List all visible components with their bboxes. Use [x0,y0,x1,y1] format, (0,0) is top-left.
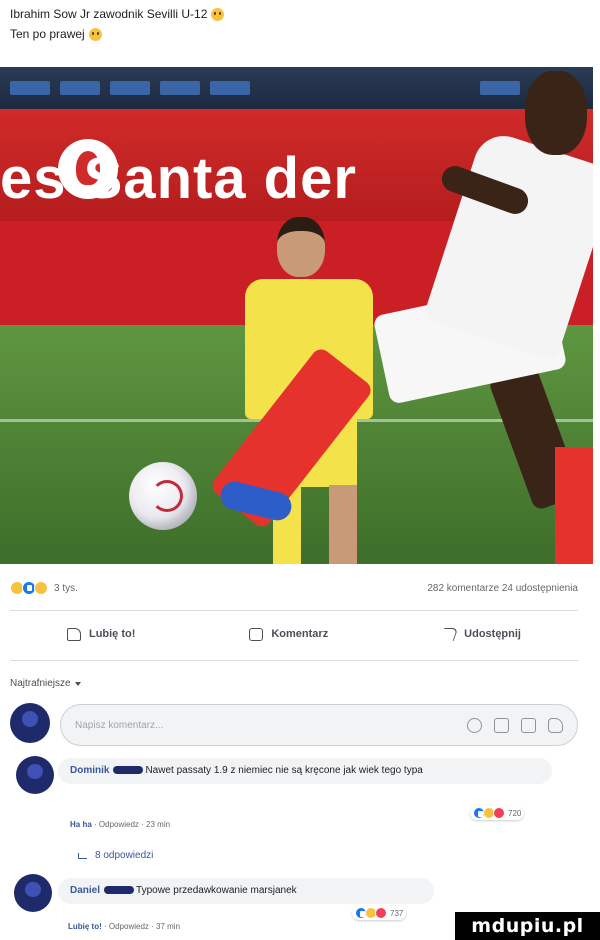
avatar[interactable] [14,874,52,912]
comment-reaction-count: 737 [390,908,404,918]
post-actions: Lubię to! Komentarz Udostępnij [10,620,578,648]
comment-like-link[interactable]: Lubię to! [68,922,102,931]
gif-icon[interactable] [521,717,536,733]
player-white-kit [208,67,593,564]
chevron-down-icon [74,681,81,686]
reply-link[interactable]: Odpowiedz · 23 min [99,820,170,829]
divider [10,660,578,661]
share-button[interactable]: Udostępnij [439,627,521,641]
post-text: Ibrahim Sow Jr zawodnik Sevilli U-12 Ten… [10,4,590,44]
camera-icon[interactable] [494,717,509,733]
reply-arrow-icon [78,852,87,859]
share-label: Udostępnij [464,628,521,640]
comments-shares-count[interactable]: 282 komentarze 24 udostępnienia [427,583,578,594]
comment-reaction-link[interactable]: Ha ha [70,820,92,829]
love-reaction-icon [375,907,387,919]
share-icon [439,627,459,641]
comment-reactions[interactable]: 720 [470,806,525,820]
emoji-icon [211,7,225,21]
post-line-2: Ten po prawej [10,24,590,44]
post-stats: 3 tys. 282 komentarze 24 udostępnienia [10,578,578,598]
comment-input-box[interactable] [60,704,578,746]
redacted-name [113,766,144,775]
comment-bubble: Daniel Typowe przedawkowanie marsjanek [58,878,434,904]
football [129,462,197,530]
divider [10,610,578,611]
avatar[interactable] [16,756,54,794]
input-icons [467,717,563,733]
view-replies-link[interactable]: 8 odpowiedzi [78,850,153,861]
post-photo[interactable]: es Santa der [0,67,593,564]
comment-text: Typowe przedawkowanie marsjanek [136,885,297,896]
comment-meta: Lubię to! · Odpowiedz · 37 min [68,922,181,931]
comment-input[interactable] [75,719,467,731]
comment-sort-dropdown[interactable]: Najtrafniejsze [10,678,81,689]
sort-label: Najtrafniejsze [10,678,71,689]
reply-link[interactable]: Odpowiedz · 37 min [109,922,180,931]
comment-text: Nawet passaty 1.9 z niemiec nie są kręco… [145,765,423,776]
love-reaction-icon [493,807,505,819]
comment-reaction-count: 720 [508,808,522,818]
comment-author[interactable]: Daniel [70,885,100,896]
like-button[interactable]: Lubię to! [66,627,136,641]
reaction-summary[interactable] [10,581,48,595]
comment-button[interactable]: Komentarz [249,627,329,641]
comment-label: Komentarz [271,628,329,640]
replies-label: 8 odpowiedzi [95,850,154,861]
comment-reactions[interactable]: 737 [352,906,407,920]
post-text-line2: Ten po prawej [10,27,85,41]
thumb-up-icon [66,627,81,641]
smile-icon[interactable] [467,717,482,733]
redacted-name [104,886,135,895]
emoji-icon [88,27,102,41]
watermark: mdupiu.pl [455,912,600,940]
comment-author[interactable]: Dominik [70,765,109,776]
like-label: Lubię to! [88,628,136,640]
post-text-line1: Ibrahim Sow Jr zawodnik Sevilli U-12 [10,7,208,21]
comment-icon [249,627,264,641]
reaction-count[interactable]: 3 tys. [54,583,78,594]
wow-reaction-icon [34,581,48,595]
avatar[interactable] [10,703,50,743]
comment-meta: Ha ha · Odpowiedz · 23 min [70,820,171,829]
sticker-icon[interactable] [548,717,563,733]
post-line-1: Ibrahim Sow Jr zawodnik Sevilli U-12 [10,4,590,24]
comment-bubble: Dominik Nawet passaty 1.9 z niemiec nie s… [58,758,552,784]
